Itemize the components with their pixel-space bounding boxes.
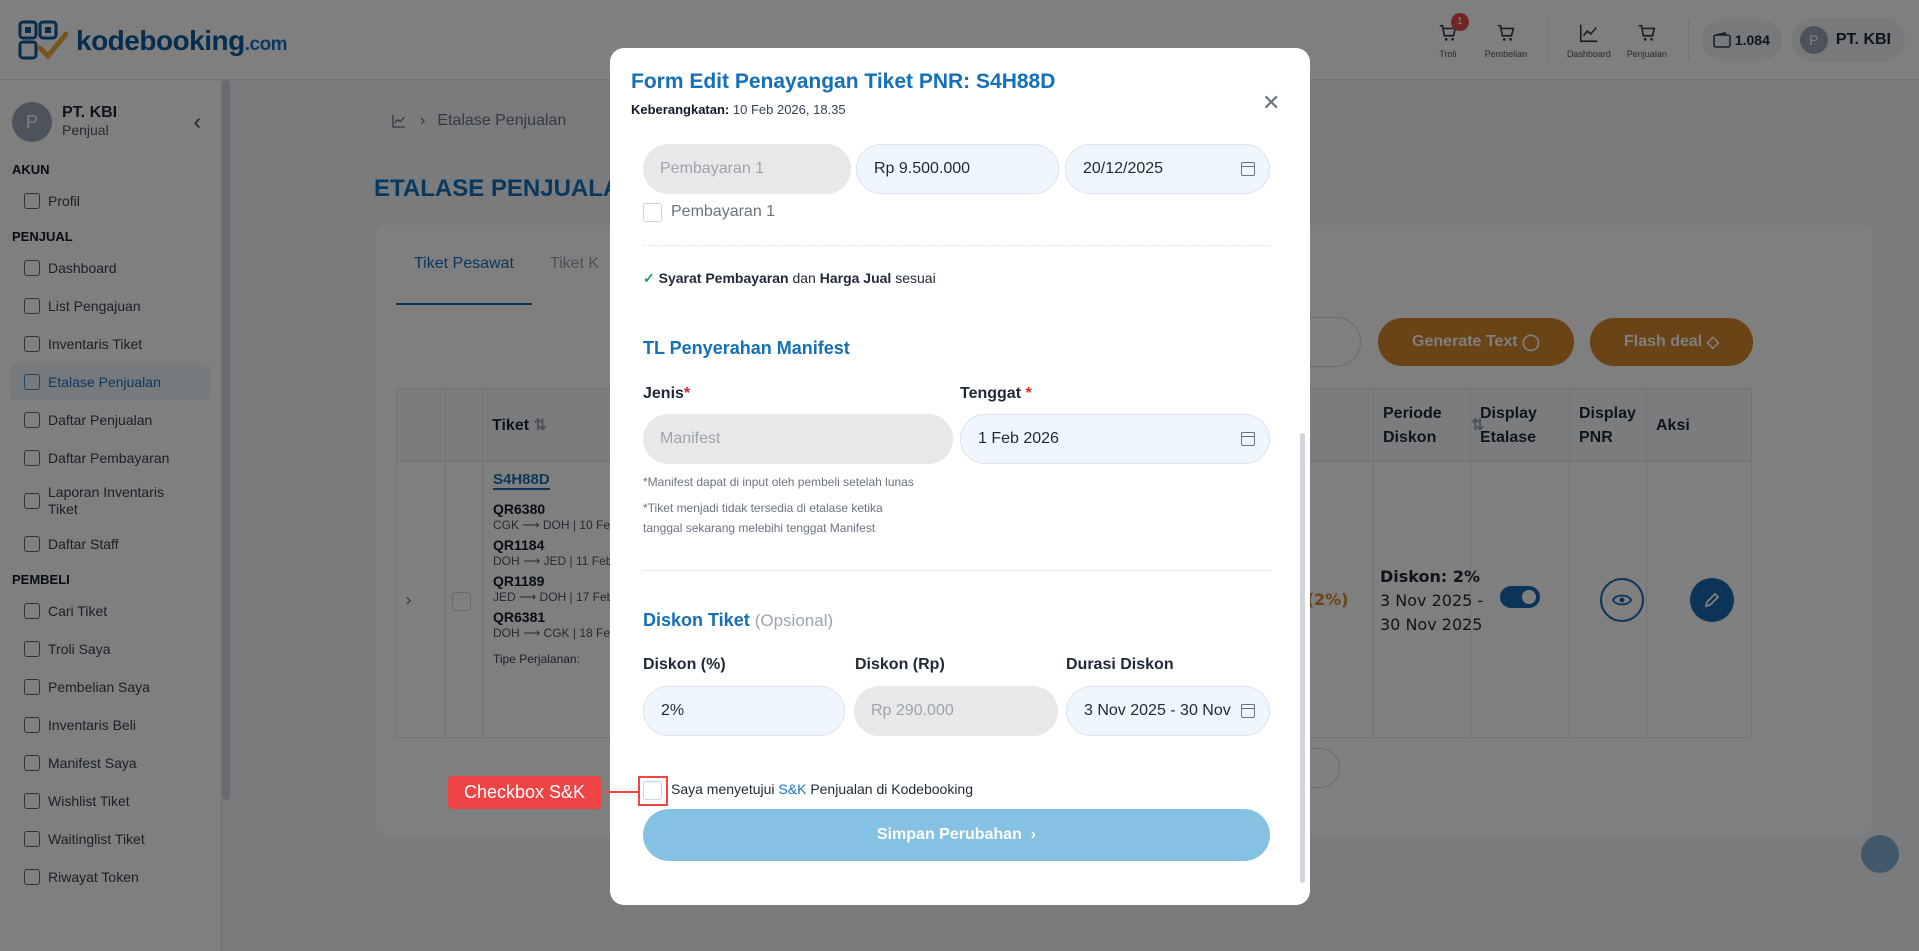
discount-pct-field[interactable]: 2% xyxy=(643,686,845,736)
edit-modal: Form Edit Penayangan Tiket PNR: S4H88D K… xyxy=(610,48,1310,905)
discount-section-title: Diskon Tiket (Opsional) xyxy=(643,610,834,630)
discount-rp-label: Diskon (Rp) xyxy=(855,656,945,673)
save-button[interactable]: Simpan Perubahan › xyxy=(643,809,1270,861)
discount-duration-label: Durasi Diskon xyxy=(1066,656,1174,673)
annotation-label: Checkbox S&K xyxy=(448,776,602,809)
manifest-note-1: *Manifest dapat di input oleh pembeli se… xyxy=(643,475,914,489)
modal-title: Form Edit Penayangan Tiket PNR: S4H88D xyxy=(631,70,1056,93)
divider xyxy=(643,245,1270,246)
discount-duration-field[interactable]: 3 Nov 2025 - 30 Nov xyxy=(1066,686,1270,736)
jenis-label: Jenis* xyxy=(643,385,691,402)
discount-rp-field: Rp 290.000 xyxy=(854,686,1058,736)
payment-name-field: Pembayaran 1 xyxy=(643,144,851,194)
payment-amount-field[interactable]: Rp 9.500.000 xyxy=(856,144,1059,194)
close-icon[interactable]: ✕ xyxy=(1262,90,1280,116)
divider xyxy=(643,570,1270,571)
manifest-section-title: TL Penyerahan Manifest xyxy=(643,338,850,358)
calendar-icon xyxy=(1241,162,1255,176)
manifest-note-2: *Tiket menjadi tidak tersedia di etalase… xyxy=(643,501,883,535)
tenggat-date-field[interactable]: 1 Feb 2026 xyxy=(960,414,1270,464)
payment-checkbox[interactable] xyxy=(643,203,662,222)
annotation-connector xyxy=(605,791,638,793)
terms-link[interactable]: S&K xyxy=(778,781,806,797)
calendar-icon xyxy=(1241,704,1255,718)
jenis-field: Manifest xyxy=(643,414,953,464)
discount-pct-label: Diskon (%) xyxy=(643,656,726,673)
terms-label: Saya menyetujui S&K Penjualan di Kodeboo… xyxy=(671,781,974,797)
annotation-highlight xyxy=(638,776,668,806)
chevron-right-icon: › xyxy=(1030,826,1037,843)
payment-checkbox-label: Pembayaran 1 xyxy=(671,203,776,220)
payment-date-field[interactable]: 20/12/2025 xyxy=(1065,144,1270,194)
tenggat-label: Tenggat * xyxy=(960,385,1032,402)
payment-match-status: ✓ Syarat Pembayaran dan Harga Jual sesua… xyxy=(643,270,936,286)
departure-info: Keberangkatan: 10 Feb 2026, 18.35 xyxy=(631,102,846,117)
check-icon: ✓ xyxy=(643,270,655,286)
calendar-icon xyxy=(1241,432,1255,446)
modal-scrollbar[interactable] xyxy=(1300,433,1305,883)
